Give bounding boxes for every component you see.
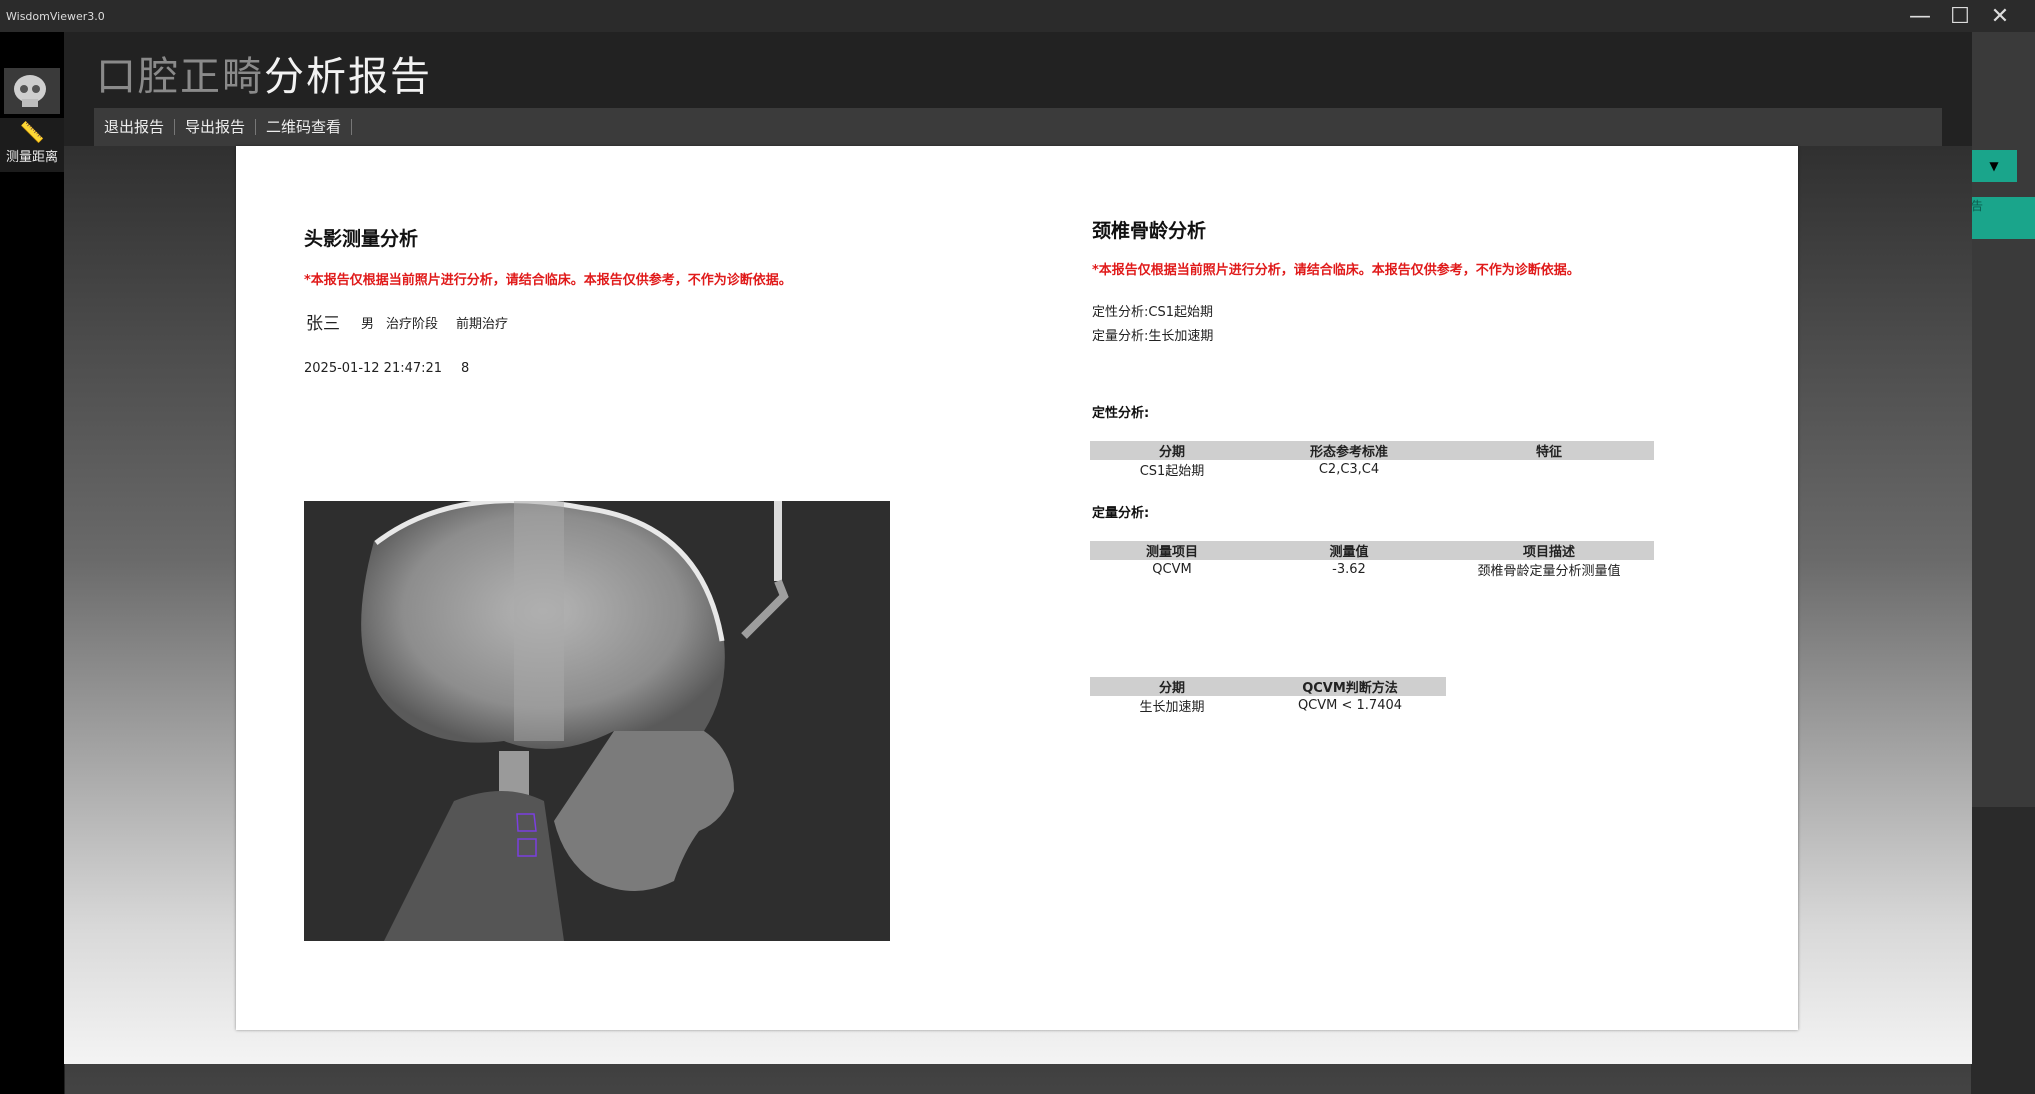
table-cell: 生长加速期 [1139,700,1205,715]
report-count: 8 [461,361,470,376]
right-panel-lower [1971,807,2035,1094]
table-header: 形态参考标准 [1254,441,1444,460]
qualitative-table: 分期 形态参考标准 特征 CS1起始期 C2,C3,C4 [1090,441,1654,479]
qualitative-summary: 定性分析:CS1起始期 [1092,305,1213,320]
left-toolbar: 📏 测量距离 [0,32,65,1094]
chevron-down-icon[interactable]: ▼ [1971,150,2017,182]
patient-name: 张三 [306,314,340,334]
treatment-stage-value: 前期治疗 [456,317,509,332]
right-panel: ▼ 告 [1971,32,2035,1094]
table-header: QCVM判断方法 [1254,677,1446,696]
report-title-sub: 分析报告 [264,54,432,100]
table-row: CS1起始期 C2,C3,C4 [1090,460,1654,479]
export-report-button[interactable]: 导出报告 [175,119,257,135]
app-titlebar: WisdomViewer3.0 — ☐ ✕ [0,0,2035,32]
qr-code-view-button[interactable]: 二维码查看 [256,119,353,135]
skull-icon[interactable] [4,68,60,114]
left-disclaimer: *本报告仅根据当前照片进行分析，请结合临床。本报告仅供参考，不作为诊断依据。 [304,273,792,288]
report-page: 头影测量分析 *本报告仅根据当前照片进行分析，请结合临床。本报告仅供参考，不作为… [236,146,1798,1030]
table-row: 生长加速期 QCVM < 1.7404 [1090,696,1446,715]
table-cell: -3.62 [1332,562,1366,577]
table-header: 测量值 [1254,541,1444,560]
cephalometric-heading: 头影测量分析 [304,228,419,250]
table-cell: 颈椎骨龄定量分析测量值 [1477,564,1621,579]
patient-gender: 男 [361,317,375,332]
maximize-button[interactable]: ☐ [1940,0,1980,32]
table-header: 分期 [1090,677,1254,696]
method-table: 分期 QCVM判断方法 生长加速期 QCVM < 1.7404 [1090,677,1446,715]
minimize-button[interactable]: — [1900,0,1940,32]
qualitative-title: 定性分析: [1092,406,1150,421]
report-window: 口腔正畸 分析报告 退出报告 导出报告 二维码查看 头影测量分析 *本报告仅根据… [64,32,1972,1064]
report-title-main: 口腔正畸 [96,54,264,100]
measure-distance-tool[interactable]: 📏 测量距离 [0,118,64,172]
app-title: WisdomViewer3.0 [6,9,105,23]
report-datetime: 2025-01-12 21:47:21 [304,361,443,376]
table-header: 分期 [1090,441,1254,460]
table-header: 测量项目 [1090,541,1254,560]
measure-distance-label: 测量距离 [5,150,58,165]
exit-report-button[interactable]: 退出报告 [94,119,176,135]
report-body[interactable]: 头影测量分析 *本报告仅根据当前照片进行分析，请结合临床。本报告仅供参考，不作为… [64,146,1972,1064]
close-button[interactable]: ✕ [1980,0,2020,32]
ruler-icon: 📏 [19,120,45,144]
table-cell: QCVM < 1.7404 [1297,698,1403,713]
right-disclaimer: *本报告仅根据当前照片进行分析，请结合临床。本报告仅供参考，不作为诊断依据。 [1092,263,1580,278]
quantitative-table: 测量项目 测量值 项目描述 QCVM -3.62 颈椎骨龄定量分析测量值 [1090,541,1654,579]
report-toolbar: 退出报告 导出报告 二维码查看 [94,108,1942,146]
table-cell [1444,460,1654,479]
right-panel-tab[interactable]: 告 [1971,197,2035,239]
report-header: 口腔正畸 分析报告 [64,32,1972,108]
table-header: 项目描述 [1444,541,1654,560]
cephalometric-xray-image [304,501,890,941]
table-cell: C2,C3,C4 [1318,462,1380,477]
treatment-stage-label: 治疗阶段 [386,317,439,332]
table-cell: CS1起始期 [1139,464,1205,479]
quantitative-summary: 定量分析:生长加速期 [1092,329,1214,344]
table-header: 特征 [1444,441,1654,460]
table-row: QCVM -3.62 颈椎骨龄定量分析测量值 [1090,560,1654,579]
quantitative-title: 定量分析: [1092,506,1150,521]
cervical-bone-age-heading: 颈椎骨龄分析 [1092,220,1207,242]
table-cell: QCVM [1152,562,1192,577]
